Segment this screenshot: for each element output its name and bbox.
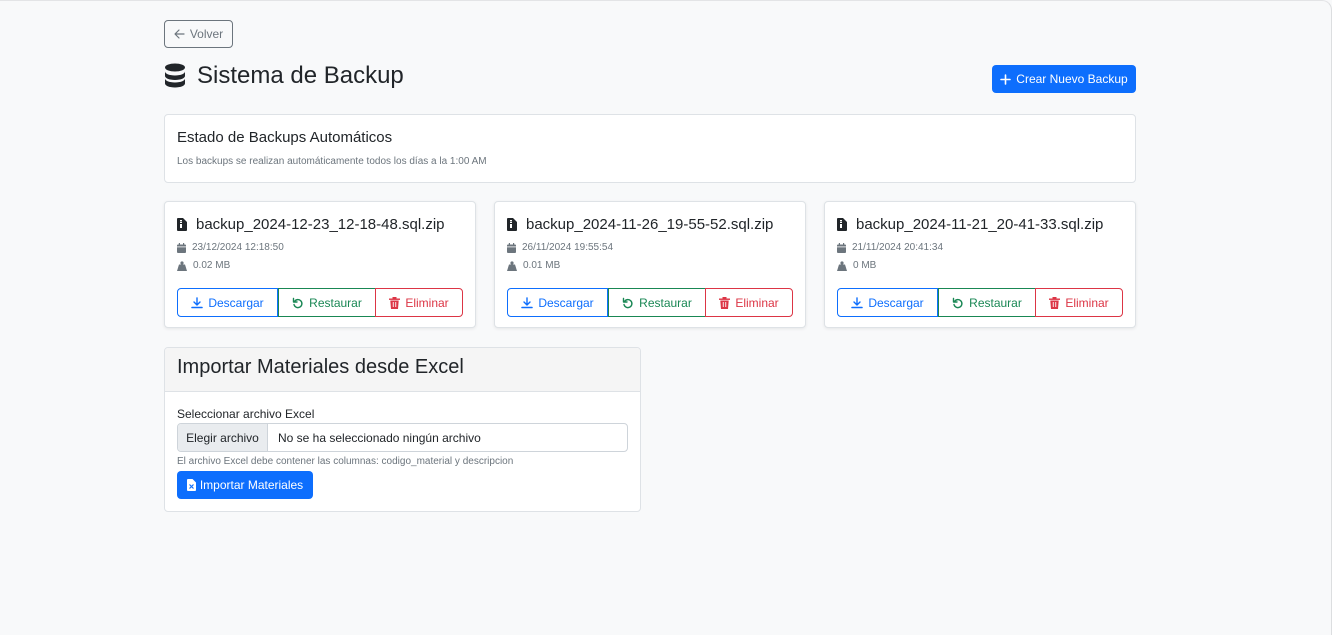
weight-icon <box>507 260 517 271</box>
restore-button[interactable]: Restaurar <box>938 288 1035 317</box>
delete-label: Eliminar <box>405 295 449 310</box>
backup-actions: Descargar Restaurar Eliminar <box>507 288 793 317</box>
undo-icon <box>622 297 634 309</box>
backup-size: 0.01 MB <box>523 260 561 271</box>
backup-card: backup_2024-11-26_19-55-52.sql.zip 26/11… <box>494 201 806 328</box>
auto-backup-status-card: Estado de Backups Automáticos Los backup… <box>164 114 1136 183</box>
calendar-icon <box>837 242 846 253</box>
backup-filename: backup_2024-11-26_19-55-52.sql.zip <box>526 216 774 233</box>
backup-date-row: 23/12/2024 12:18:50 <box>177 242 284 253</box>
download-button[interactable]: Descargar <box>177 288 278 317</box>
download-button[interactable]: Descargar <box>837 288 938 317</box>
backup-date-row: 21/11/2024 20:41:34 <box>837 242 943 253</box>
status-subtitle: Los backups se realizan automáticamente … <box>177 156 487 167</box>
calendar-icon <box>507 242 516 253</box>
plus-icon <box>1000 73 1012 85</box>
backup-date: 26/11/2024 19:55:54 <box>522 242 614 253</box>
import-materials-card: Importar Materiales desde Excel Seleccio… <box>164 347 641 512</box>
backup-size: 0 MB <box>853 260 877 271</box>
back-button-label: Volver <box>189 27 224 41</box>
download-icon <box>521 296 534 309</box>
create-backup-button[interactable]: Crear Nuevo Backup <box>992 65 1136 93</box>
create-backup-label: Crear Nuevo Backup <box>1016 72 1128 86</box>
import-materials-button[interactable]: Importar Materiales <box>177 471 313 499</box>
backup-card: backup_2024-12-23_12-18-48.sql.zip 23/12… <box>164 201 476 328</box>
excel-file-input[interactable]: Elegir archivo No se ha seleccionado nin… <box>177 423 628 452</box>
undo-icon <box>292 297 304 309</box>
download-label: Descargar <box>538 295 594 310</box>
file-zip-icon <box>507 218 517 231</box>
backup-name-row: backup_2024-11-21_20-41-33.sql.zip <box>837 216 1103 233</box>
file-excel-icon <box>186 479 196 491</box>
download-icon <box>191 296 204 309</box>
restore-button[interactable]: Restaurar <box>278 288 375 317</box>
database-icon <box>164 63 186 89</box>
choose-file-button[interactable]: Elegir archivo <box>178 424 268 451</box>
backup-actions: Descargar Restaurar Eliminar <box>837 288 1123 317</box>
back-button[interactable]: Volver <box>164 20 233 48</box>
restore-label: Restaurar <box>309 295 362 310</box>
page-header: Sistema de Backup <box>164 62 404 90</box>
delete-button[interactable]: Eliminar <box>375 288 463 317</box>
no-file-text: No se ha seleccionado ningún archivo <box>278 430 481 445</box>
backup-size: 0.02 MB <box>193 260 231 271</box>
file-zip-icon <box>177 218 187 231</box>
file-zip-icon <box>837 218 847 231</box>
backup-filename: backup_2024-12-23_12-18-48.sql.zip <box>196 216 445 233</box>
backup-size-row: 0.01 MB <box>507 260 560 271</box>
arrow-left-icon <box>174 29 185 39</box>
backup-name-row: backup_2024-12-23_12-18-48.sql.zip <box>177 216 445 233</box>
restore-button[interactable]: Restaurar <box>608 288 705 317</box>
restore-label: Restaurar <box>639 295 692 310</box>
backup-date: 23/12/2024 12:18:50 <box>192 242 284 253</box>
trash-icon <box>1049 296 1061 309</box>
undo-icon <box>952 297 964 309</box>
backup-size-row: 0 MB <box>837 260 876 271</box>
backup-name-row: backup_2024-11-26_19-55-52.sql.zip <box>507 216 773 233</box>
import-button-label: Importar Materiales <box>199 478 304 492</box>
restore-label: Restaurar <box>969 295 1022 310</box>
backup-card: backup_2024-11-21_20-41-33.sql.zip 21/11… <box>824 201 1136 328</box>
backup-date: 21/11/2024 20:41:34 <box>852 242 944 253</box>
download-label: Descargar <box>868 295 924 310</box>
page-title: Sistema de Backup <box>197 62 404 89</box>
trash-icon <box>389 296 401 309</box>
download-icon <box>851 296 864 309</box>
delete-button[interactable]: Eliminar <box>705 288 793 317</box>
file-help-text: El archivo Excel debe contener las colum… <box>177 456 514 467</box>
delete-button[interactable]: Eliminar <box>1035 288 1123 317</box>
download-button[interactable]: Descargar <box>507 288 608 317</box>
delete-label: Eliminar <box>735 295 779 310</box>
backup-size-row: 0.02 MB <box>177 260 230 271</box>
weight-icon <box>177 260 187 271</box>
trash-icon <box>719 296 731 309</box>
import-card-title: Importar Materiales desde Excel <box>165 348 640 392</box>
backup-actions: Descargar Restaurar Eliminar <box>177 288 463 317</box>
delete-label: Eliminar <box>1065 295 1109 310</box>
file-input-label: Seleccionar archivo Excel <box>177 407 315 421</box>
backup-date-row: 26/11/2024 19:55:54 <box>507 242 613 253</box>
status-title: Estado de Backups Automáticos <box>177 129 393 146</box>
backup-filename: backup_2024-11-21_20-41-33.sql.zip <box>856 216 1104 233</box>
weight-icon <box>837 260 847 271</box>
calendar-icon <box>177 242 186 253</box>
download-label: Descargar <box>208 295 264 310</box>
